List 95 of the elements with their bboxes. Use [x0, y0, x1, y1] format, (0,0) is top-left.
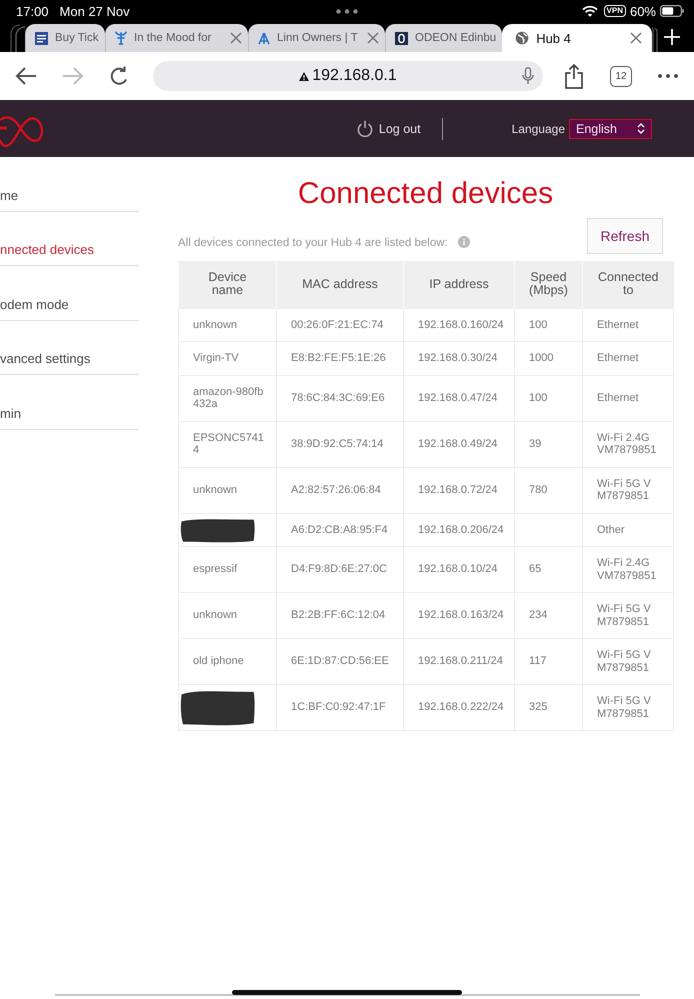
table-cell: 192.168.0.160/24 — [404, 308, 514, 342]
sidebar-item[interactable]: vanced settings — [0, 320, 139, 375]
intro-text: All devices connected to your Hub 4 are listed below: — [178, 237, 448, 251]
tab-stack-drawing — [652, 24, 660, 52]
table-cell: E8:B2:FE:F5:1E:26 — [276, 342, 404, 375]
globe-icon — [515, 31, 530, 45]
ring-square-icon — [395, 32, 408, 44]
browser-tab[interactable]: Linn Owners | T — [248, 24, 385, 52]
table-cell: 39 — [514, 421, 582, 467]
table-cell: 38:9D:92:C5:74:14 — [276, 421, 404, 467]
table-cell: Ethernet — [582, 342, 674, 375]
battery-percent: 60% — [630, 4, 656, 18]
table-cell: 192.168.0.72/24 — [404, 467, 514, 513]
table-cell: 78:6C:84:3C:69:E6 — [276, 375, 404, 421]
url-field[interactable]: 192.168.0.1 — [153, 61, 543, 91]
language-label: Language — [512, 122, 565, 136]
trident-icon — [115, 31, 127, 45]
browser-tab[interactable]: Buy Tick — [25, 24, 105, 52]
table-cell: 192.168.0.222/24 — [404, 684, 514, 730]
close-icon[interactable] — [367, 32, 379, 44]
status-date: Mon 27 Nov — [60, 4, 130, 18]
column-header: MAC address — [276, 261, 404, 308]
striped-square-icon — [35, 32, 48, 44]
table-cell: Other — [582, 513, 674, 546]
tab-stack-drawing — [10, 24, 25, 52]
table-cell: amazon-980fb432a — [178, 375, 276, 421]
share-icon[interactable] — [564, 64, 584, 88]
table-cell: unknown — [178, 308, 276, 342]
table-cell: Ethernet — [582, 308, 674, 342]
table-cell: 65 — [514, 546, 582, 592]
table-cell: 192.168.0.163/24 — [404, 592, 514, 638]
browser-tab[interactable]: Hub 4 — [502, 24, 652, 52]
language-select[interactable]: English — [569, 118, 652, 138]
sidebar-item[interactable]: odem mode — [0, 266, 139, 320]
table-cell: 192.168.0.49/24 — [404, 421, 514, 467]
table-cell: 100 — [514, 375, 582, 421]
more-icon[interactable] — [658, 74, 678, 78]
table-cell: A6:D2:CB:A8:95:F4 — [276, 513, 404, 546]
battery-icon — [660, 5, 684, 17]
updown-chevron-icon — [637, 123, 645, 134]
table-cell: unknown — [178, 467, 276, 513]
table-cell: 192.168.0.30/24 — [404, 342, 514, 375]
table-cell: old iphone — [178, 638, 276, 684]
table-cell: espressif — [178, 546, 276, 592]
table-cell: Wi-Fi 5G VM7879851 — [582, 684, 674, 730]
sidebar-item[interactable]: me — [0, 157, 139, 212]
back-icon[interactable] — [15, 66, 37, 86]
table-cell: 6E:1D:87:CD:56:EE — [276, 638, 404, 684]
multitasking-dots-icon[interactable] — [336, 9, 358, 14]
logout-button[interactable]: Log out — [356, 120, 421, 137]
microphone-icon[interactable] — [522, 67, 534, 85]
sidebar-item[interactable]: nnected devices — [0, 212, 139, 266]
browser-tab[interactable]: In the Mood for — [105, 24, 248, 52]
table-cell: D4:F9:8D:6E:27:0C — [276, 546, 404, 592]
sidebar-item[interactable]: min — [0, 375, 139, 430]
table-cell: A2:82:57:26:06:84 — [276, 467, 404, 513]
tab-count-button[interactable]: 12 — [610, 66, 632, 86]
table-cell: 780 — [514, 467, 582, 513]
table-cell: EPSONC57414 — [178, 421, 276, 467]
table-cell: unknown — [178, 592, 276, 638]
triangle-icon — [258, 32, 270, 44]
table-cell: Virgin-TV — [178, 342, 276, 375]
vpn-badge: VPN — [604, 5, 626, 17]
table-cell: 192.168.0.47/24 — [404, 375, 514, 421]
table-cell: 117 — [514, 638, 582, 684]
plus-icon[interactable] — [664, 29, 680, 45]
table-cell: 325 — [514, 684, 582, 730]
table-cell: Wi-Fi 5G VM7879851 — [582, 638, 674, 684]
table-cell: Wi-Fi 2.4G VM7879851 — [582, 421, 674, 467]
table-cell: 192.168.0.206/24 — [404, 513, 514, 546]
table-cell: Ethernet — [582, 375, 674, 421]
refresh-button[interactable]: Refresh — [587, 218, 663, 254]
table-cell: Wi-Fi 2.4G VM7879851 — [582, 546, 674, 592]
table-cell: B2:2B:FF:6C:12:04 — [276, 592, 404, 638]
close-icon[interactable] — [230, 32, 242, 44]
warning-icon — [299, 72, 310, 80]
table-cell: 100 — [514, 308, 582, 342]
table-cell: 00:26:0F:21:EC:74 — [276, 308, 404, 342]
status-time: 17:00 — [16, 4, 49, 18]
table-cell: 192.168.0.211/24 — [404, 638, 514, 684]
browser-tab[interactable]: ODEON Edinbu — [385, 24, 502, 52]
table-cell: 1C:BF:C0:92:47:1F — [276, 684, 404, 730]
column-header: Speed (Mbps) — [514, 261, 582, 308]
close-icon[interactable] — [630, 32, 642, 44]
table-cell: 234 — [514, 592, 582, 638]
column-header: Connected to — [582, 261, 674, 308]
table-cell: 192.168.0.10/24 — [404, 546, 514, 592]
page-title: Connected devices — [296, 176, 554, 212]
power-icon — [356, 120, 373, 137]
table-cell: 1000 — [514, 342, 582, 375]
column-header: IP address — [404, 261, 514, 308]
table-cell: Wi-Fi 5G VM7879851 — [582, 592, 674, 638]
column-header: Device name — [178, 261, 276, 308]
wifi-icon — [582, 5, 598, 17]
table-cell: Wi-Fi 5G VM7879851 — [582, 467, 674, 513]
